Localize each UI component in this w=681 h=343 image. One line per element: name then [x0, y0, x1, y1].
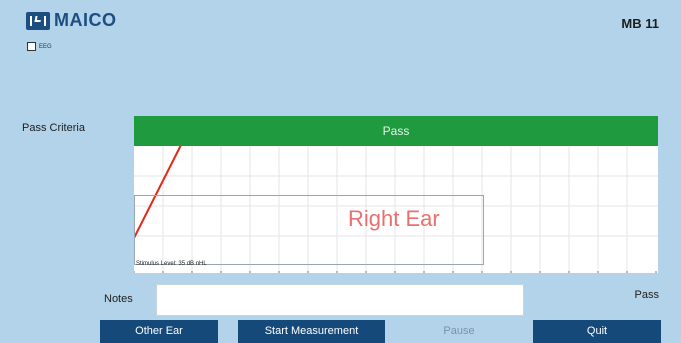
quit-button[interactable]: Quit [533, 320, 661, 343]
pass-criteria-bar: Pass [134, 116, 658, 146]
start-measurement-button[interactable]: Start Measurement [238, 320, 385, 343]
result-status: Pass [634, 289, 659, 301]
eeg-checkbox[interactable] [27, 42, 36, 51]
notes-field[interactable] [156, 284, 524, 316]
device-name: MB 11 [621, 16, 659, 31]
pause-button[interactable]: Pause [389, 320, 529, 343]
ear-label: Right Ear [348, 206, 440, 231]
brand-name: MAICO [54, 10, 117, 30]
stimulus-level-text: Stimulus Level: 35 dB nHL [136, 261, 207, 267]
measurement-chart: Pass Right Ear Stimulus Level: 35 dB nHL [134, 116, 658, 273]
other-ear-button[interactable]: Other Ear [100, 320, 218, 343]
eeg-label: EEG [39, 43, 52, 50]
maico-logo-icon [26, 11, 50, 30]
eeg-toggle[interactable]: EEG [27, 42, 52, 51]
notes-label: Notes [104, 293, 133, 305]
pass-criteria-label: Pass Criteria [22, 122, 85, 134]
pass-bar-label: Pass [382, 124, 410, 138]
maico-logo: MAICO [26, 10, 117, 31]
